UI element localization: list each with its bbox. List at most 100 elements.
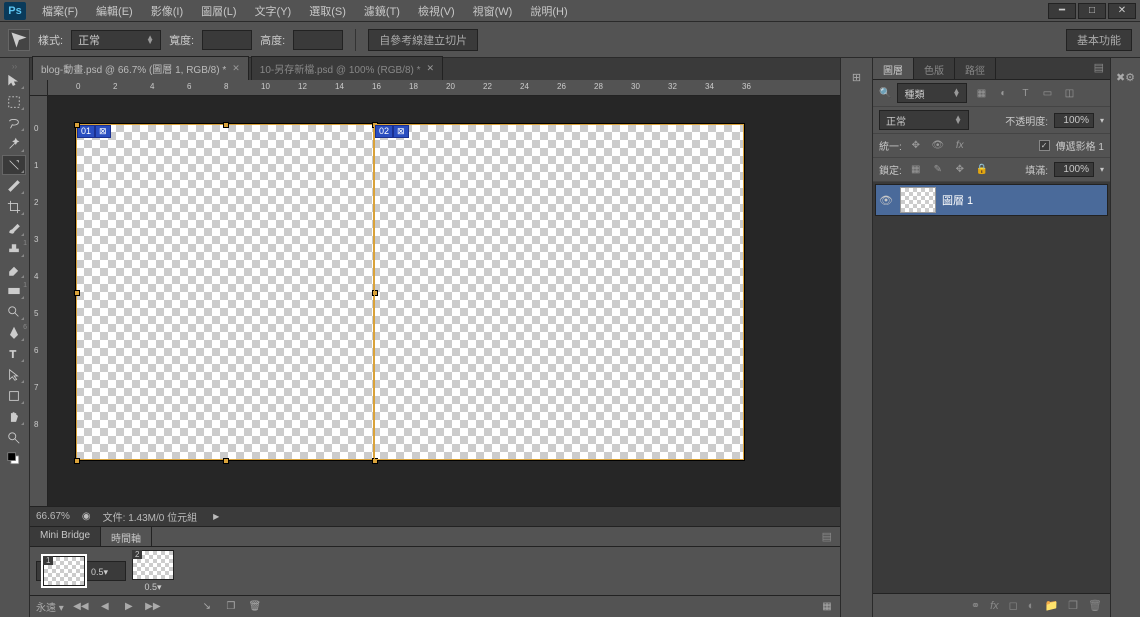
menu-filter[interactable]: 濾鏡(T) [356,1,408,21]
width-input[interactable] [202,30,252,50]
slice[interactable]: 01⊠ [76,124,374,460]
layer-thumbnail[interactable] [900,187,936,213]
wand-tool[interactable] [2,134,26,154]
filter-pixel-icon[interactable]: ▦ [973,86,989,100]
panel-menu-icon[interactable]: ▤ [814,527,840,546]
menu-file[interactable]: 檔案(F) [34,1,86,21]
shape-tool[interactable] [2,386,26,406]
lock-transparency-icon[interactable]: ▦ [908,163,924,177]
minimize-button[interactable]: ━ [1048,3,1076,19]
pen-tool[interactable]: 6 [2,323,26,343]
workspace-button[interactable]: 基本功能 [1066,29,1132,51]
delete-frame-icon[interactable]: 🗑 [248,601,262,612]
timeline-frame[interactable]: 2 0.5▾ [132,550,174,593]
fg-bg-colors[interactable] [2,449,26,469]
canvas-viewport[interactable]: 024681012141618202224262830323436 012345… [30,80,840,506]
doc-size-icon[interactable]: ◉ [82,511,91,522]
stamp-tool[interactable]: 1 [2,239,26,259]
lasso-tool[interactable] [2,113,26,133]
unify-visibility-icon[interactable]: 👁 [930,139,946,153]
layer-mask-icon[interactable]: ◻ [1009,599,1018,612]
hand-tool[interactable] [2,407,26,427]
delete-layer-icon[interactable]: 🗑 [1088,599,1102,612]
options-icon[interactable]: ✖⚙ [1111,64,1140,90]
toolbox-grip[interactable]: ›› [0,62,29,70]
tab-paths[interactable]: 路徑 [955,58,996,79]
visibility-icon[interactable]: 👁 [878,194,894,207]
tab-minibridge[interactable]: Mini Bridge [30,527,101,546]
layer-row[interactable]: 👁 圖層 1 [875,184,1108,216]
dropdown-icon[interactable]: ▾ [1100,116,1104,125]
adjustment-layer-icon[interactable]: ◐ [1028,600,1035,612]
first-frame-icon[interactable]: ◀◀ [74,601,88,612]
unify-style-icon[interactable]: fx [952,139,968,153]
prev-frame-icon[interactable]: ◀ [98,601,112,612]
menu-image[interactable]: 影像(I) [143,1,191,21]
close-tab-icon[interactable]: ✕ [427,63,435,74]
menu-type[interactable]: 文字(Y) [247,1,300,21]
tab-layers[interactable]: 圖層 [873,58,914,79]
filter-shape-icon[interactable]: ▭ [1039,86,1055,100]
tab-timeline[interactable]: 時間軸 [101,527,152,546]
fill-input[interactable]: 100% [1054,162,1094,177]
new-layer-icon[interactable]: ❐ [1068,599,1078,612]
zoom-tool[interactable] [2,428,26,448]
panel-menu-icon[interactable]: ▤ [1088,58,1110,79]
loop-select[interactable]: 永遠 ▾ [36,599,64,614]
slice-tool[interactable] [2,155,26,175]
lock-all-icon[interactable]: 🔒 [974,163,990,177]
blend-mode-select[interactable]: 正常▲▼ [879,110,969,130]
type-tool[interactable]: T [2,344,26,364]
layer-name[interactable]: 圖層 1 [942,192,973,208]
filter-smart-icon[interactable]: ◫ [1061,86,1077,100]
menu-window[interactable]: 視窗(W) [465,1,521,21]
filter-kind-select[interactable]: 種類▲▼ [897,83,967,103]
menu-help[interactable]: 說明(H) [522,1,575,21]
eyedropper-tool[interactable] [2,176,26,196]
current-tool-icon[interactable] [8,29,30,51]
canvas[interactable]: 01⊠02⊠ [76,124,744,460]
unify-position-icon[interactable]: ✥ [908,139,924,153]
zoom-level[interactable]: 66.67% [36,511,70,522]
gradient-tool[interactable]: 1 [2,281,26,301]
collapsed-panel-icon[interactable]: ⊞ [841,64,872,90]
marquee-tool[interactable] [2,92,26,112]
filter-type-icon[interactable]: T [1017,86,1033,100]
timeline-frame[interactable]: 1 0.5▾ [36,561,126,581]
ruler-horizontal[interactable]: 024681012141618202224262830323436 [48,80,840,96]
style-select[interactable]: 正常▲▼ [71,30,161,50]
opacity-input[interactable]: 100% [1054,113,1094,128]
play-icon[interactable]: ▶ [122,601,136,612]
dodge-tool[interactable] [2,302,26,322]
dropdown-icon[interactable]: ▾ [1100,165,1104,174]
menu-view[interactable]: 檢視(V) [410,1,463,21]
path-select-tool[interactable] [2,365,26,385]
brush-tool[interactable] [2,218,26,238]
maximize-button[interactable]: □ [1078,3,1106,19]
crop-tool[interactable] [2,197,26,217]
menu-layer[interactable]: 圖層(L) [193,1,244,21]
filter-adjust-icon[interactable]: ◐ [995,86,1011,100]
eraser-tool[interactable] [2,260,26,280]
menu-select[interactable]: 選取(S) [301,1,354,21]
slice-from-guides-button[interactable]: 自參考線建立切片 [368,29,478,51]
lock-pixels-icon[interactable]: ✎ [930,163,946,177]
next-frame-icon[interactable]: ▶▶ [146,601,160,612]
close-button[interactable]: ✕ [1108,3,1136,19]
convert-timeline-icon[interactable]: ▦ [820,601,834,612]
link-layers-icon[interactable]: ⚭ [971,599,980,612]
layer-style-icon[interactable]: fx [990,600,999,612]
status-menu-icon[interactable]: ▶ [213,512,219,521]
height-input[interactable] [293,30,343,50]
duplicate-frame-icon[interactable]: ❐ [224,601,238,612]
move-tool[interactable] [2,71,26,91]
lock-position-icon[interactable]: ✥ [952,163,968,177]
tween-icon[interactable]: ↘ [200,601,214,612]
ruler-vertical[interactable]: 012345678 [30,96,48,506]
close-tab-icon[interactable]: ✕ [232,63,240,74]
ruler-origin[interactable] [30,80,48,96]
slice[interactable]: 02⊠ [374,124,744,460]
menu-edit[interactable]: 編輯(E) [88,1,141,21]
document-tab[interactable]: blog-動畫.psd @ 66.7% (圖層 1, RGB/8) *✕ [32,56,249,80]
search-icon[interactable]: 🔍 [879,88,891,99]
